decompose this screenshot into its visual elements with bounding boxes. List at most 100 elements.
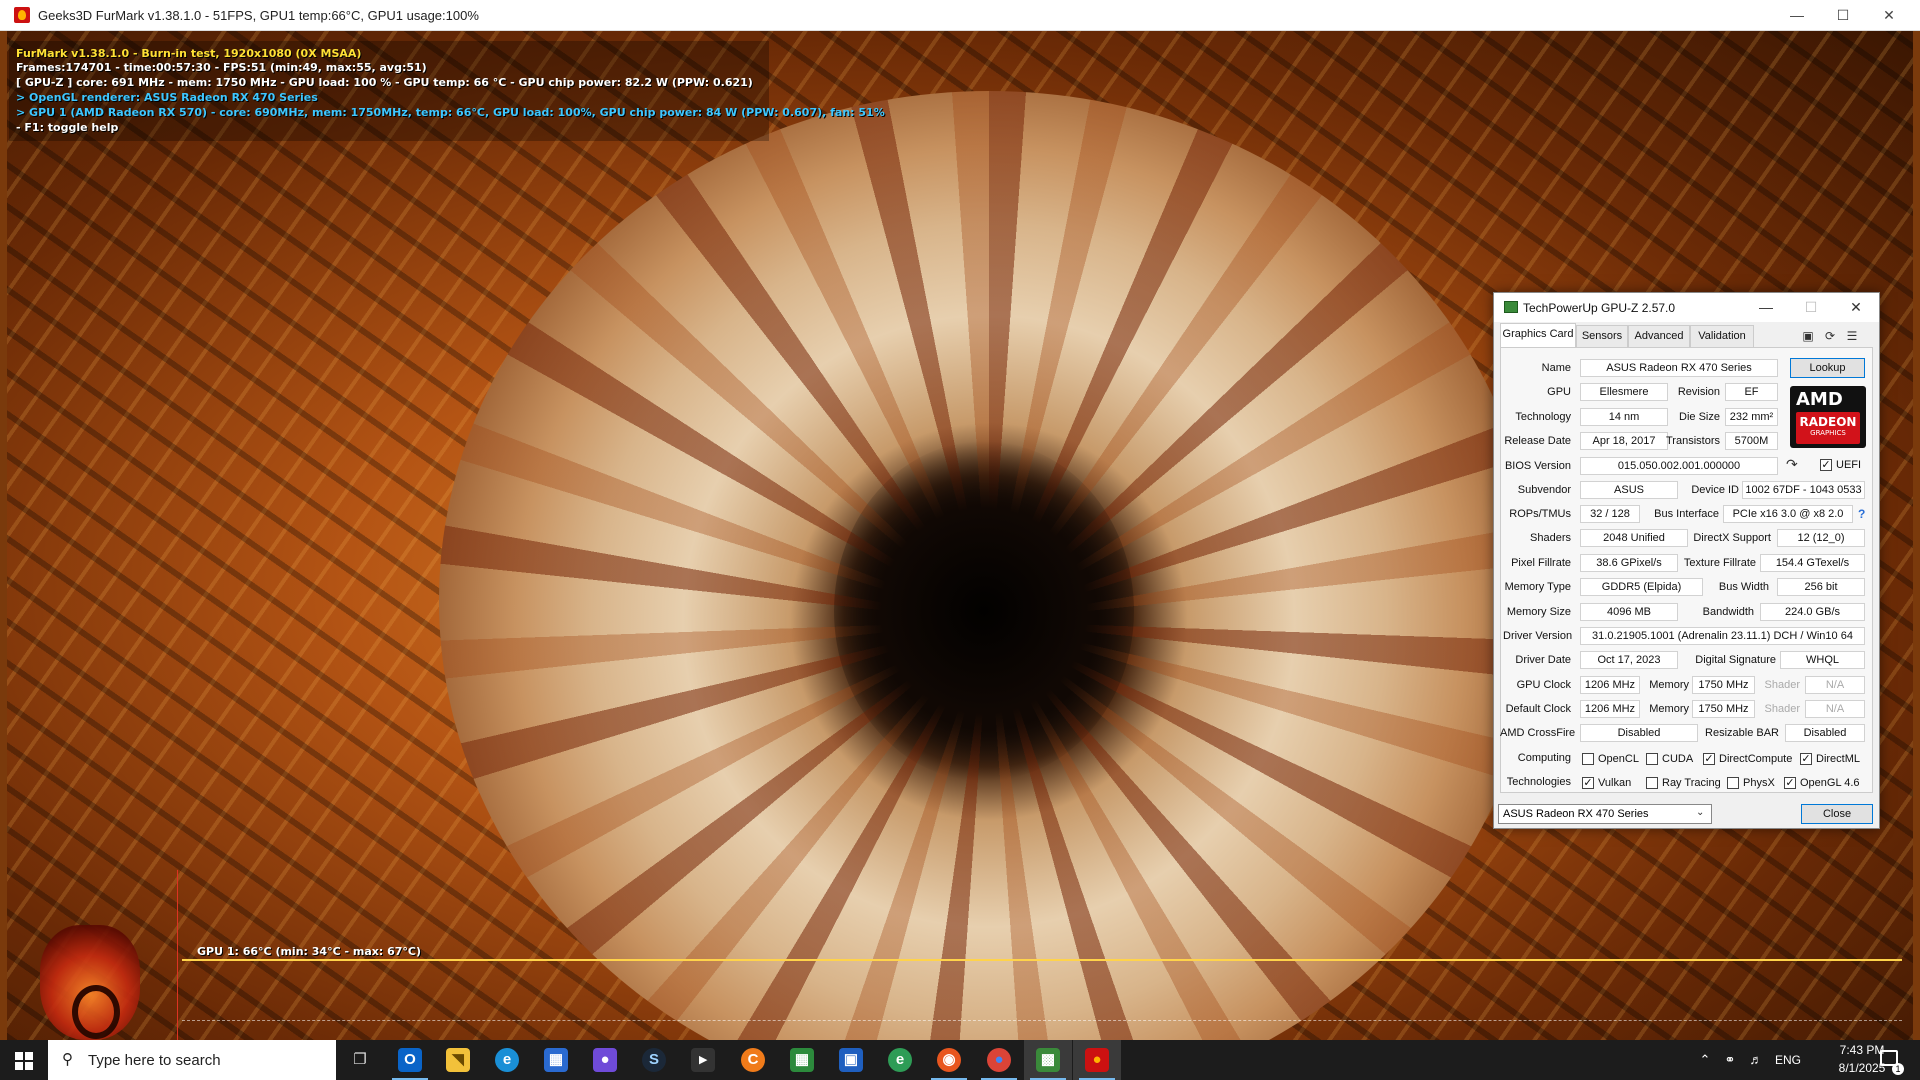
taskbar-window-app[interactable]: ▣ <box>827 1040 875 1080</box>
gpuz-titlebar[interactable]: TechPowerUp GPU-Z 2.57.0 — ☐ ✕ <box>1494 293 1879 322</box>
close-gpuz-button[interactable]: Close <box>1801 804 1873 824</box>
bus-interface-label: Bus Interface <box>1654 508 1719 520</box>
resizable-bar-field[interactable]: Disabled <box>1785 724 1865 742</box>
vulkan-check-box[interactable]: ✓ <box>1582 777 1594 789</box>
gpu-clock-shader-field[interactable]: N/A <box>1805 676 1865 694</box>
chrome-icon: ● <box>987 1048 1011 1072</box>
memory-type-label: Memory Type <box>1504 581 1571 593</box>
taskbar-outlook[interactable]: O <box>386 1040 434 1080</box>
gpuz-minimize-button[interactable]: — <box>1744 293 1788 322</box>
furmark-titlebar[interactable]: Geeks3D FurMark v1.38.1.0 - 51FPS, GPU1 … <box>0 0 1920 31</box>
gpu-select-dropdown[interactable]: ASUS Radeon RX 470 Series <box>1498 804 1712 824</box>
taskbar-furmark[interactable]: ● <box>1073 1040 1121 1080</box>
bus-interface-field[interactable]: PCIe x16 3.0 @ x8 2.0 <box>1723 505 1853 523</box>
gpu-clock-field[interactable]: 1206 MHz <box>1580 676 1640 694</box>
driver-version-field[interactable]: 31.0.21905.1001 (Adrenalin 23.11.1) DCH … <box>1580 627 1865 645</box>
network-globe-icon[interactable]: ⚭ <box>1718 1040 1742 1080</box>
taskbar-edge-dev[interactable]: e <box>876 1040 924 1080</box>
taskbar-spreadsheet[interactable]: ▦ <box>778 1040 826 1080</box>
die-size-field[interactable]: 232 mm² <box>1725 408 1778 426</box>
revision-field[interactable]: EF <box>1725 383 1778 401</box>
close-button[interactable]: ✕ <box>1866 0 1912 31</box>
subvendor-field[interactable]: ASUS <box>1580 481 1678 499</box>
rops-tmus-field[interactable]: 32 / 128 <box>1580 505 1640 523</box>
digital-signature-field[interactable]: WHQL <box>1780 651 1865 669</box>
directml-checkbox[interactable]: ✓ DirectML <box>1800 752 1870 766</box>
tab-graphics-card[interactable]: Graphics Card <box>1500 323 1576 347</box>
bus-width-field[interactable]: 256 bit <box>1777 578 1865 596</box>
task-view-button[interactable]: ❐ <box>336 1040 384 1080</box>
uefi-check-box[interactable]: ✓ <box>1820 459 1832 471</box>
directcompute-checkbox[interactable]: ✓ DirectCompute <box>1703 752 1803 766</box>
directml-check-box[interactable]: ✓ <box>1800 753 1812 765</box>
shaders-field[interactable]: 2048 Unified <box>1580 529 1688 547</box>
technology-field[interactable]: 14 nm <box>1580 408 1668 426</box>
taskbar-chrome[interactable]: ● <box>975 1040 1023 1080</box>
taskbar-steam[interactable]: S <box>630 1040 678 1080</box>
directx-field[interactable]: 12 (12_0) <box>1777 529 1865 547</box>
default-clock-memory-field[interactable]: 1750 MHz <box>1692 700 1755 718</box>
vulkan-checkbox[interactable]: ✓ Vulkan <box>1582 776 1644 790</box>
taskbar-file-explorer[interactable]: ◥ <box>434 1040 482 1080</box>
furmark-icon: ● <box>1085 1048 1109 1072</box>
memory-type-field[interactable]: GDDR5 (Elpida) <box>1580 578 1703 596</box>
cuda-checkbox[interactable]: CUDA <box>1646 752 1698 766</box>
bios-version-field[interactable]: 015.050.002.001.000000 <box>1580 457 1778 475</box>
opencl-checkbox[interactable]: OpenCL <box>1582 752 1644 766</box>
maximize-button[interactable]: ☐ <box>1820 0 1866 31</box>
transistors-field[interactable]: 5700M <box>1725 432 1778 450</box>
directcompute-check-box[interactable]: ✓ <box>1703 753 1715 765</box>
default-clock-shader-field[interactable]: N/A <box>1805 700 1865 718</box>
physx-label: PhysX <box>1743 777 1775 789</box>
release-date-field[interactable]: Apr 18, 2017 <box>1580 432 1668 450</box>
taskbar-gpuz[interactable]: ▩ <box>1024 1040 1072 1080</box>
lookup-button[interactable]: Lookup <box>1790 358 1865 378</box>
refresh-icon[interactable]: ⟳ <box>1822 328 1838 344</box>
show-hidden-icons-button[interactable]: ⌃ <box>1694 1040 1716 1080</box>
bus-help-icon[interactable]: ? <box>1858 507 1865 521</box>
taskbar-ccleaner[interactable]: C <box>729 1040 777 1080</box>
taskbar-xbox[interactable]: ● <box>581 1040 629 1080</box>
gpu-clock-memory-field[interactable]: 1750 MHz <box>1692 676 1755 694</box>
taskbar-clapper[interactable]: ▸ <box>679 1040 727 1080</box>
name-field[interactable]: ASUS Radeon RX 470 Series <box>1580 359 1778 377</box>
taskbar-firefox[interactable]: ◉ <box>925 1040 973 1080</box>
volume-icon[interactable]: ♬ <box>1744 1040 1768 1080</box>
share-bios-icon[interactable]: ↷ <box>1786 456 1804 472</box>
driver-date-field[interactable]: Oct 17, 2023 <box>1580 651 1678 669</box>
language-indicator[interactable]: ENG <box>1770 1040 1806 1080</box>
tab-sensors[interactable]: Sensors <box>1576 325 1628 347</box>
opencl-check-box[interactable] <box>1582 753 1594 765</box>
opengl-checkbox[interactable]: ✓ OpenGL 4.6 <box>1784 776 1868 790</box>
hamburger-menu-icon[interactable]: ☰ <box>1844 328 1860 344</box>
pixel-fillrate-field[interactable]: 38.6 GPixel/s <box>1580 554 1678 572</box>
chevron-down-icon[interactable]: ⌄ <box>1696 807 1704 818</box>
physx-check-box[interactable] <box>1727 777 1739 789</box>
taskbar-store[interactable]: ▦ <box>532 1040 580 1080</box>
device-id-field[interactable]: 1002 67DF - 1043 0533 <box>1742 481 1865 499</box>
technologies-label: Technologies <box>1506 776 1571 788</box>
tab-validation[interactable]: Validation <box>1690 325 1754 347</box>
vulkan-label: Vulkan <box>1598 777 1632 789</box>
texture-fillrate-field[interactable]: 154.4 GTexel/s <box>1760 554 1865 572</box>
gpu-field[interactable]: Ellesmere <box>1580 383 1668 401</box>
camera-icon[interactable]: ▣ <box>1800 328 1816 344</box>
physx-checkbox[interactable]: PhysX <box>1727 776 1787 790</box>
taskbar-search-box[interactable]: ⚲ Type here to search <box>48 1040 336 1080</box>
ray-tracing-checkbox[interactable]: Ray Tracing <box>1646 776 1732 790</box>
taskbar-edge[interactable]: e <box>483 1040 531 1080</box>
minimize-button[interactable]: — <box>1774 0 1820 31</box>
start-button[interactable] <box>0 1040 48 1080</box>
folder-icon: ◥ <box>446 1048 470 1072</box>
tab-advanced[interactable]: Advanced <box>1628 325 1690 347</box>
memory-size-field[interactable]: 4096 MB <box>1580 603 1678 621</box>
ray-tracing-check-box[interactable] <box>1646 777 1658 789</box>
cuda-check-box[interactable] <box>1646 753 1658 765</box>
opengl-check-box[interactable]: ✓ <box>1784 777 1796 789</box>
default-clock-field[interactable]: 1206 MHz <box>1580 700 1640 718</box>
uefi-checkbox[interactable]: ✓ UEFI <box>1820 458 1870 472</box>
graphics-logo-text: GRAPHICS <box>1810 429 1846 437</box>
crossfire-field[interactable]: Disabled <box>1580 724 1698 742</box>
bandwidth-field[interactable]: 224.0 GB/s <box>1760 603 1865 621</box>
gpuz-close-button[interactable]: ✕ <box>1834 293 1878 322</box>
